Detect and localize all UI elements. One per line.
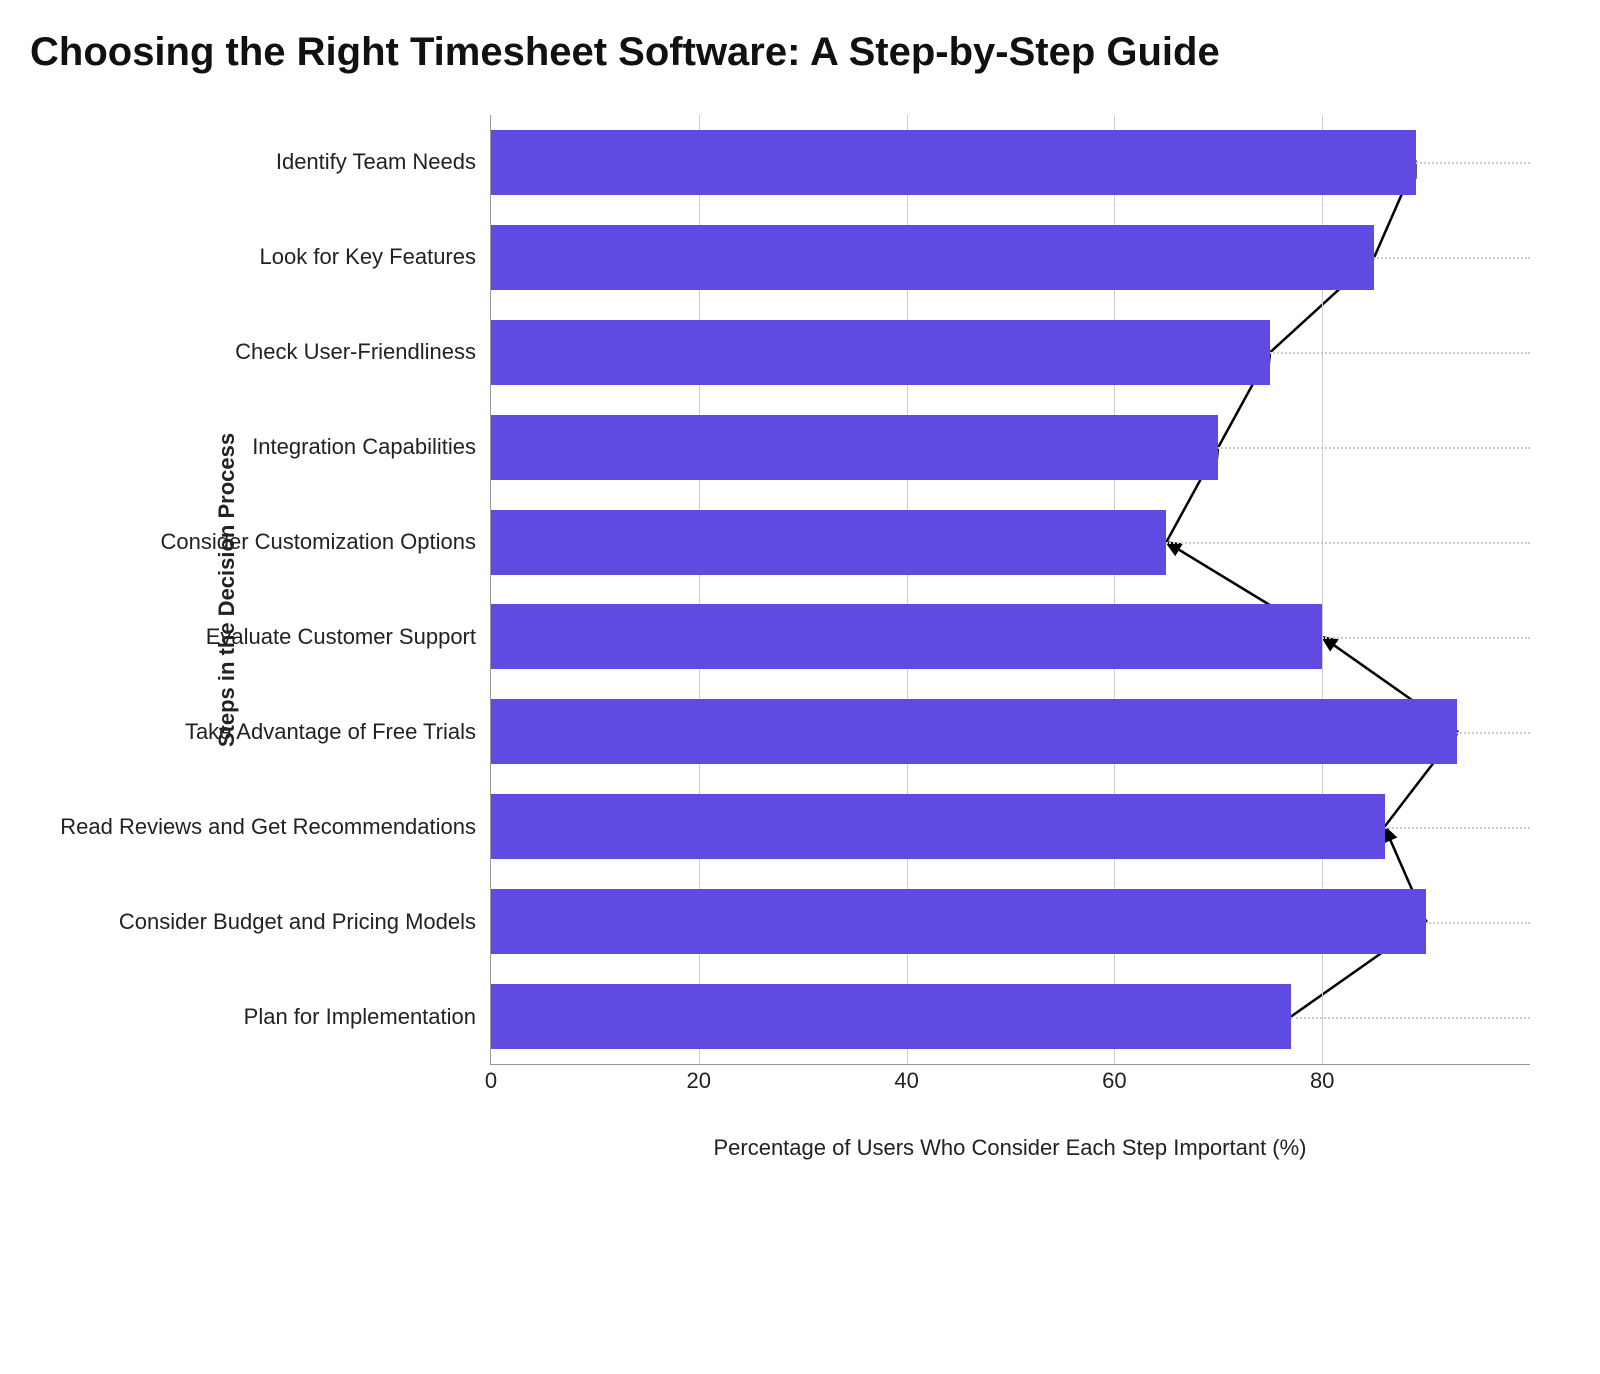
bar-guide-line	[1166, 542, 1530, 544]
y-axis-label: Steps in the Decision Process	[214, 433, 240, 747]
bar-guide-line	[1457, 732, 1530, 734]
bar-row: Read Reviews and Get Recommendations	[491, 794, 1530, 859]
bar-row: Check User-Friendliness	[491, 320, 1530, 385]
bar-guide-line	[1374, 257, 1530, 259]
bar	[491, 604, 1322, 669]
x-tick-label: 60	[1102, 1068, 1126, 1094]
category-label: Plan for Implementation	[244, 1004, 476, 1030]
bar-row: Identify Team Needs	[491, 130, 1530, 195]
x-tick-label: 80	[1310, 1068, 1334, 1094]
bar	[491, 510, 1166, 575]
bar-guide-line	[1291, 1017, 1530, 1019]
category-label: Read Reviews and Get Recommendations	[60, 814, 476, 840]
bar	[491, 225, 1374, 290]
bar-guide-line	[1218, 447, 1530, 449]
bar	[491, 889, 1426, 954]
bar-row: Consider Customization Options	[491, 510, 1530, 575]
x-axis-label: Percentage of Users Who Consider Each St…	[490, 1135, 1530, 1161]
bar-row: Consider Budget and Pricing Models	[491, 889, 1530, 954]
plot-region: 020406080Identify Team NeedsLook for Key…	[490, 115, 1530, 1065]
x-tick-label: 40	[894, 1068, 918, 1094]
category-label: Check User-Friendliness	[235, 339, 476, 365]
chart-area: Steps in the Decision Process 020406080I…	[490, 115, 1530, 1065]
bar	[491, 699, 1457, 764]
chart-title: Choosing the Right Timesheet Software: A…	[30, 30, 1570, 75]
bar-row: Integration Capabilities	[491, 415, 1530, 480]
category-label: Consider Budget and Pricing Models	[119, 909, 476, 935]
category-label: Consider Customization Options	[161, 529, 476, 555]
x-tick-label: 20	[687, 1068, 711, 1094]
category-label: Look for Key Features	[260, 244, 476, 270]
category-label: Evaluate Customer Support	[206, 624, 476, 650]
category-label: Take Advantage of Free Trials	[185, 719, 476, 745]
bar-row: Take Advantage of Free Trials	[491, 699, 1530, 764]
bar-guide-line	[1416, 162, 1530, 164]
bar	[491, 984, 1291, 1049]
x-tick-label: 0	[485, 1068, 497, 1094]
bar-guide-line	[1426, 922, 1530, 924]
category-label: Integration Capabilities	[252, 434, 476, 460]
bar	[491, 794, 1385, 859]
chart-container: Choosing the Right Timesheet Software: A…	[30, 30, 1570, 1161]
bar-guide-line	[1270, 352, 1530, 354]
bar-row: Plan for Implementation	[491, 984, 1530, 1049]
bar	[491, 130, 1416, 195]
bar-guide-line	[1385, 827, 1530, 829]
bar-guide-line	[1322, 637, 1530, 639]
bar-row: Look for Key Features	[491, 225, 1530, 290]
bar-row: Evaluate Customer Support	[491, 604, 1530, 669]
category-label: Identify Team Needs	[276, 149, 476, 175]
bar	[491, 320, 1270, 385]
bar	[491, 415, 1218, 480]
